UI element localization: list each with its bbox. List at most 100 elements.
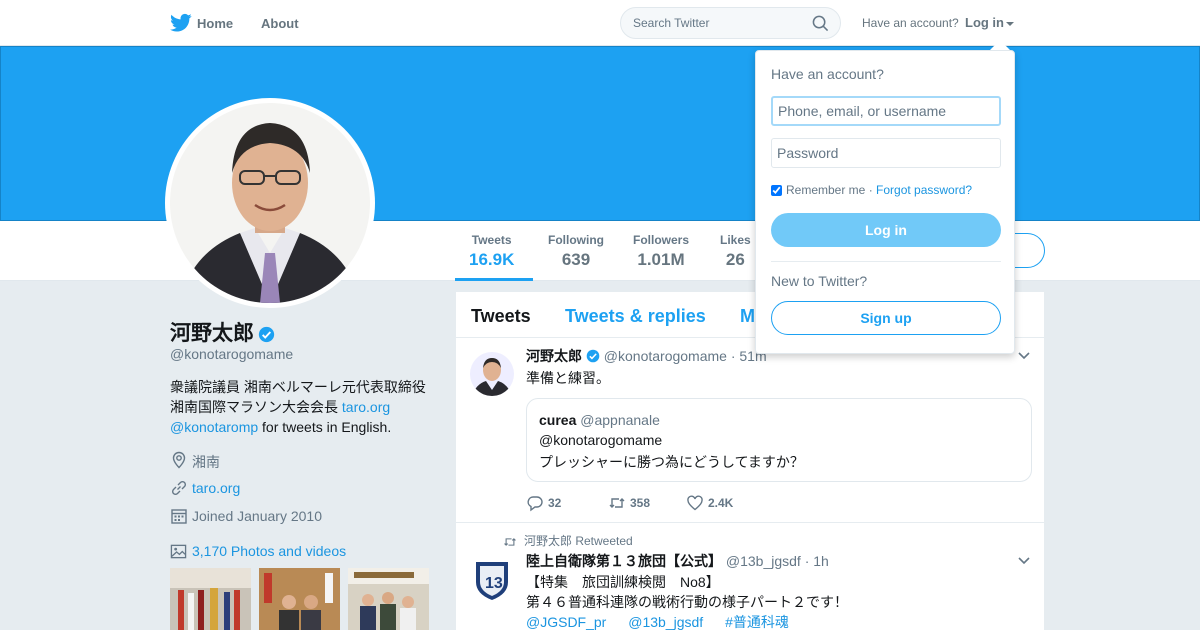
profile-bio: 衆議院議員 湘南ベルマーレ元代表取締役 湘南国際マラソン大会会長 taro.or…	[170, 377, 440, 437]
tab-tweets-replies[interactable]: Tweets & replies	[565, 306, 706, 327]
tweet-divider	[456, 522, 1044, 523]
stat-likes[interactable]: Likes 26	[720, 233, 751, 270]
remember-row: Remember me · Forgot password?	[771, 183, 972, 197]
have-account-text: Have an account?	[862, 16, 959, 30]
chevron-down-icon[interactable]	[1018, 557, 1030, 565]
tweet-mention[interactable]: @13b_jgsdf	[628, 614, 703, 630]
media-thumbnail-image	[259, 568, 340, 630]
search-icon[interactable]	[812, 15, 829, 32]
stat-tweets[interactable]: Tweets 16.9K	[469, 233, 514, 270]
link-icon	[171, 480, 187, 496]
search-box[interactable]	[620, 7, 841, 39]
reply-action[interactable]: 32	[526, 494, 561, 512]
new-to-twitter-text: New to Twitter?	[771, 273, 868, 289]
photos-videos-text: 3,170 Photos and videos	[192, 543, 347, 559]
dropdown-divider	[771, 261, 1001, 262]
login-dropdown: Have an account? Remember me · Forgot pa…	[755, 50, 1015, 354]
tweet-author-name[interactable]: 河野太郎	[526, 348, 582, 364]
media-thumbnail[interactable]	[348, 568, 429, 630]
signup-button[interactable]: Sign up	[771, 301, 1001, 335]
bio-mention[interactable]: @konotaromp	[170, 419, 258, 435]
active-stat-underline	[455, 278, 533, 281]
like-count: 2.4K	[708, 496, 734, 510]
tweet-header: 陸上自衛隊第１３旅団【公式】 @13b_jgsdf · 1h	[526, 551, 829, 571]
media-thumbnail[interactable]	[170, 568, 251, 630]
profile-handle[interactable]: @konotarogomame	[170, 346, 293, 362]
quoted-tweet[interactable]: curea @appnanale @konotarogomame プレッシャーに…	[526, 398, 1032, 482]
nav-home-link[interactable]: Home	[197, 16, 233, 31]
quoted-text-line: プレッシャーに勝つ為にどうしてますか？	[539, 454, 804, 470]
verified-badge-icon	[586, 349, 600, 363]
media-thumbnail[interactable]	[259, 568, 340, 630]
tweet-timestamp[interactable]: · 1h	[805, 553, 829, 569]
tweet-author-name[interactable]: 陸上自衛隊第１３旅団【公式】	[526, 553, 722, 569]
tweet-avatar-image	[470, 352, 514, 396]
caret-down-icon	[1006, 21, 1014, 26]
login-dropdown-toggle[interactable]: Log in	[965, 15, 1014, 30]
location-pin-icon	[172, 451, 186, 469]
stat-label: Followers	[633, 233, 690, 247]
twitter-bird-icon[interactable]	[170, 13, 192, 33]
remember-me-label[interactable]: Remember me	[786, 183, 865, 197]
tweet-text-line: 【特集 旅団訓練検閲 No8】	[526, 574, 720, 590]
nav-about-link[interactable]: About	[261, 16, 299, 31]
password-input[interactable]	[771, 138, 1001, 168]
heart-icon	[687, 495, 703, 511]
stat-label: Following	[548, 233, 604, 247]
location-text: 湘南	[192, 454, 220, 470]
reply-icon	[527, 496, 543, 512]
stat-value: 26	[725, 250, 745, 269]
quoted-tweet-header: curea @appnanale	[539, 412, 660, 428]
calendar-icon	[171, 509, 187, 524]
avatar-photo	[170, 103, 370, 303]
stat-following[interactable]: Following 639	[548, 233, 604, 270]
tweet-tags: @JGSDF_pr @13b_jgsdf #普通科魂	[526, 612, 789, 630]
stat-value: 16.9K	[469, 250, 515, 269]
tweet-hashtag[interactable]: #普通科魂	[725, 614, 789, 630]
tweet-header: 河野太郎 @konotarogomame · 51m	[526, 346, 767, 366]
media-thumbnail-image	[348, 568, 429, 630]
login-button[interactable]: Log in	[771, 213, 1001, 247]
stat-value: 639	[561, 250, 591, 269]
retweet-count: 358	[630, 496, 651, 510]
retweet-icon	[504, 537, 516, 546]
stat-label: Likes	[720, 233, 751, 247]
quoted-author-handle: @appnanale	[580, 412, 660, 428]
tweet-avatar[interactable]	[470, 352, 514, 396]
username-input[interactable]	[771, 96, 1001, 126]
stat-label: Tweets	[471, 233, 512, 247]
reply-count: 32	[548, 496, 562, 510]
tweet-author-handle[interactable]: @konotarogomame	[604, 348, 727, 364]
verified-badge-icon	[258, 326, 275, 343]
tweet-avatar[interactable]: 13	[470, 558, 514, 602]
tweet-mention[interactable]: @JGSDF_pr	[526, 614, 606, 630]
dropdown-title: Have an account?	[771, 66, 884, 82]
photo-icon	[170, 544, 187, 559]
stat-value: 1.01M	[637, 250, 685, 269]
bio-link[interactable]: taro.org	[342, 399, 390, 415]
profile-name: 河野太郎	[170, 317, 275, 347]
remember-me-checkbox[interactable]	[771, 185, 782, 197]
website-link[interactable]: taro.org	[192, 480, 240, 496]
forgot-password-link[interactable]: Forgot password?	[876, 183, 972, 197]
quoted-author-name: curea	[539, 412, 577, 428]
chevron-down-icon[interactable]	[1018, 352, 1030, 360]
retweet-action[interactable]: 358	[608, 494, 650, 512]
profile-avatar[interactable]	[165, 98, 375, 308]
separator-dot: ·	[865, 183, 877, 197]
login-link-label: Log in	[965, 15, 1004, 30]
svg-text:13: 13	[485, 575, 503, 592]
search-input[interactable]	[633, 8, 803, 38]
tweet-text-line: 第４６普通科連隊の戦術行動の様子パート２です！	[526, 594, 848, 610]
tweet-author-handle[interactable]: @13b_jgsdf	[726, 553, 801, 569]
tab-media[interactable]: M	[740, 306, 755, 327]
media-thumbnail-image	[170, 568, 251, 630]
bio-suffix: for tweets in English.	[258, 419, 392, 435]
retweeted-by-text[interactable]: 河野太郎 Retweeted	[524, 534, 633, 548]
tab-tweets[interactable]: Tweets	[471, 306, 531, 327]
tweet-avatar-image: 13	[470, 558, 514, 602]
retweet-context: 河野太郎 Retweeted	[502, 532, 633, 549]
joined-text: Joined January 2010	[192, 508, 322, 524]
like-action[interactable]: 2.4K	[686, 494, 733, 512]
stat-followers[interactable]: Followers 1.01M	[633, 233, 689, 270]
